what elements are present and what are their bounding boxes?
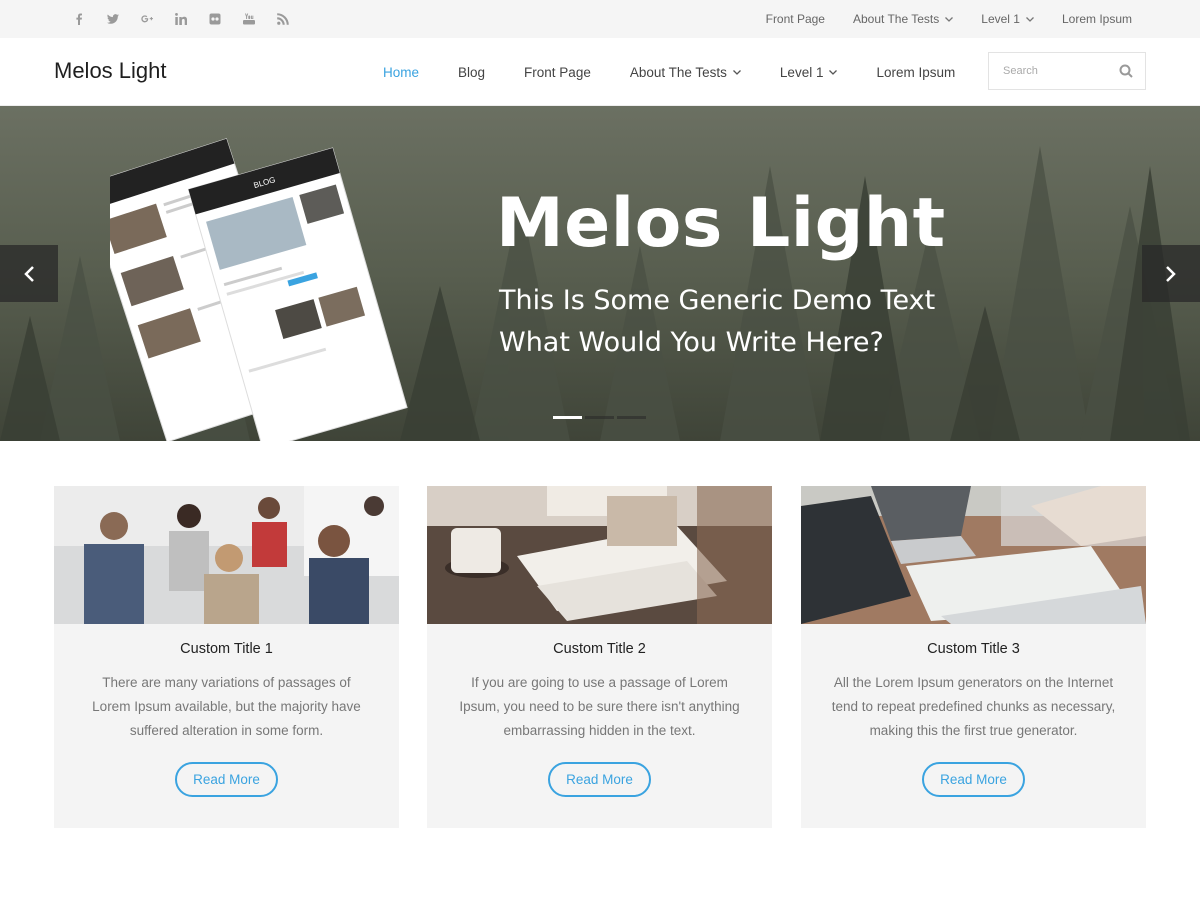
card-text: If you are going to use a passage of Lor… — [459, 675, 740, 738]
read-more-button[interactable]: Read More — [922, 762, 1025, 797]
nav-item-label: Level 1 — [779, 64, 824, 80]
card-image-meeting — [54, 486, 399, 624]
chevron-right-icon — [1166, 265, 1176, 282]
slider-prev-button[interactable] — [0, 245, 58, 302]
hero-subtitle-line-2: What Would You Write Here? — [499, 327, 884, 358]
chevron-down-icon — [829, 69, 838, 75]
top-menu-label: About The Tests — [852, 12, 940, 26]
chevron-down-icon — [732, 69, 741, 75]
hero-subtitle-line-1: This Is Some Generic Demo Text — [499, 285, 936, 316]
flickr-icon[interactable] — [198, 0, 232, 38]
chevron-down-icon — [945, 16, 954, 22]
hero-slider: BLOG Melos Light This Is Some Generic De… — [0, 106, 1200, 441]
slider-dot-2[interactable] — [585, 416, 614, 419]
linkedin-icon[interactable] — [164, 0, 198, 38]
card-image-coffee-notebook — [427, 486, 772, 624]
card-image-laptop-desk — [801, 486, 1146, 624]
main-nav: Home Blog Front Page About The Tests Lev… — [383, 38, 994, 106]
google-plus-icon[interactable] — [130, 0, 164, 38]
search-input[interactable] — [989, 65, 1109, 77]
nav-item-front-page[interactable]: Front Page — [524, 65, 591, 80]
card-text: All the Lorem Ipsum generators on the In… — [831, 675, 1116, 738]
card-title: Custom Title 1 — [180, 641, 273, 657]
slider-next-button[interactable] — [1142, 245, 1200, 302]
top-menu-item-front-page[interactable]: Front Page — [766, 12, 825, 26]
feature-card: Custom Title 1 There are many variations… — [54, 486, 399, 828]
slider-dot-1[interactable] — [553, 416, 582, 419]
nav-item-label: Home — [383, 64, 420, 80]
blog-mockup-image: BLOG — [110, 138, 408, 441]
read-more-button[interactable]: Read More — [175, 762, 278, 797]
top-menu: Front Page About The Tests Level 1 Lorem… — [738, 0, 1132, 38]
card-text: There are many variations of passages of… — [92, 675, 361, 738]
nav-item-home[interactable]: Home — [383, 65, 419, 80]
rss-icon[interactable] — [266, 0, 300, 38]
feature-card: Custom Title 2 If you are going to use a… — [427, 486, 772, 828]
slider-dot-3[interactable] — [617, 416, 646, 419]
site-title[interactable]: Melos Light — [54, 58, 167, 84]
top-menu-item-about-the-tests[interactable]: About The Tests — [852, 12, 954, 26]
youtube-icon[interactable] — [232, 0, 266, 38]
nav-item-lorem-ipsum[interactable]: Lorem Ipsum — [876, 65, 955, 80]
chevron-left-icon — [24, 265, 34, 282]
nav-item-label: Front Page — [524, 64, 591, 80]
search-icon[interactable] — [1119, 64, 1133, 78]
top-menu-label: Level 1 — [981, 12, 1020, 26]
top-menu-label: Front Page — [765, 12, 825, 26]
feature-cards: Custom Title 1 There are many variations… — [54, 486, 1146, 828]
top-menu-item-lorem-ipsum[interactable]: Lorem Ipsum — [1062, 12, 1132, 26]
twitter-icon[interactable] — [96, 0, 130, 38]
card-title: Custom Title 2 — [553, 641, 646, 657]
site-header: Melos Light Home Blog Front Page About T… — [0, 38, 1200, 106]
feature-card: Custom Title 3 All the Lorem Ipsum gener… — [801, 486, 1146, 828]
nav-item-about-the-tests[interactable]: About The Tests — [630, 65, 741, 80]
search-box — [988, 52, 1146, 90]
read-more-button[interactable]: Read More — [548, 762, 651, 797]
top-menu-item-level-1[interactable]: Level 1 — [981, 12, 1034, 26]
hero-subtitle: This Is Some Generic Demo Text What Woul… — [499, 280, 935, 364]
top-menu-label: Lorem Ipsum — [1061, 12, 1132, 26]
top-bar: Front Page About The Tests Level 1 Lorem… — [0, 0, 1200, 38]
nav-item-label: About The Tests — [629, 64, 727, 80]
nav-item-label: Lorem Ipsum — [876, 64, 956, 80]
chevron-down-icon — [1026, 16, 1034, 22]
facebook-icon[interactable] — [62, 0, 96, 38]
card-title: Custom Title 3 — [927, 641, 1020, 657]
nav-item-level-1[interactable]: Level 1 — [780, 65, 838, 80]
hero-title: Melos Light — [496, 184, 946, 263]
social-links — [62, 0, 300, 38]
slider-pagination — [553, 416, 649, 419]
nav-item-blog[interactable]: Blog — [458, 65, 485, 80]
nav-item-label: Blog — [458, 64, 486, 80]
